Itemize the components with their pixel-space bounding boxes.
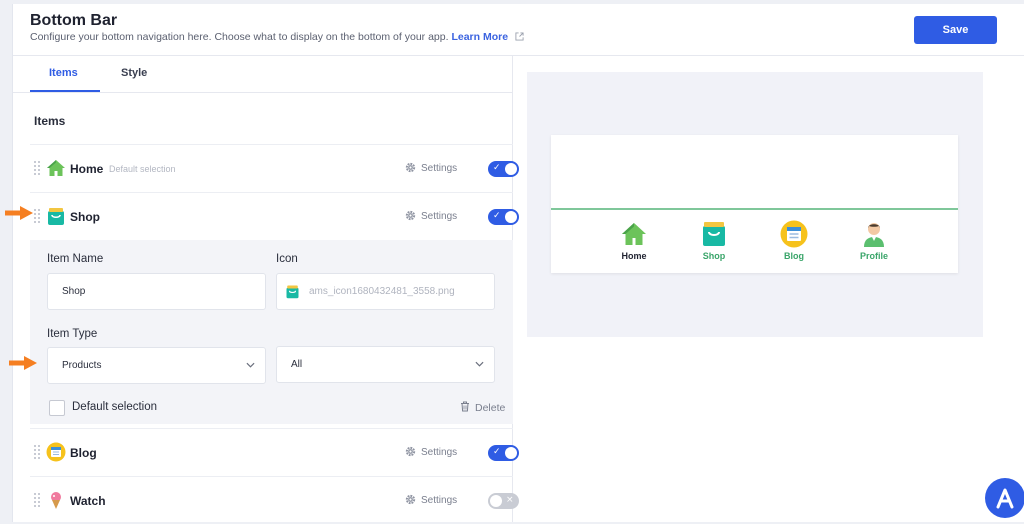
bottom-bar-divider [551,208,958,210]
home-icon [622,223,646,245]
settings-button[interactable]: Settings [405,210,457,222]
items-section-title: Items [34,114,66,128]
highlight-arrow-icon [9,356,37,370]
page-subtitle: Configure your bottom navigation here. C… [30,31,524,43]
icon-label: Icon [276,253,298,265]
settings-button[interactable]: Settings [405,446,457,458]
item-name-value: Shop [62,286,86,297]
list-item-home[interactable]: Home Default selection Settings ✓ [30,144,519,192]
gear-icon [405,162,416,173]
external-link-icon [515,32,524,41]
shopping-bag-icon [703,222,725,246]
icon-file-input[interactable]: ams_icon1680432481_3558.png [276,273,495,310]
nav-label: Blog [784,251,804,261]
list-item-watch[interactable]: Watch Settings × [30,476,519,524]
nav-label: Profile [859,251,888,261]
item-editor-panel: Item Name Icon Shop ams_icon1680432481_3… [30,240,513,424]
drag-handle-icon[interactable] [34,209,40,223]
item-label: Watch [70,494,106,508]
icon-file-name: ams_icon1680432481_3558.png [309,286,455,297]
gear-icon [405,210,416,221]
user-avatar-icon [864,223,884,247]
settings-button[interactable]: Settings [405,162,457,174]
enabled-toggle[interactable]: ✓ [488,445,519,461]
settings-label: Settings [421,447,458,458]
gear-icon [405,494,416,505]
enabled-toggle[interactable]: ✓ [488,209,519,225]
item-type-label: Item Type [47,328,98,340]
nav-label: Home [621,251,647,261]
tab-items[interactable]: Items [49,67,78,79]
settings-label: Settings [421,163,458,174]
preview-nav-shop[interactable]: Shop [684,220,744,265]
page-header: Bottom Bar Configure your bottom navigat… [13,4,1024,56]
trash-icon [461,401,469,412]
logo-icon [996,488,1014,509]
tab-style[interactable]: Style [121,67,147,79]
highlight-arrow-icon [5,206,33,220]
filter-value: All [291,359,303,370]
settings-button[interactable]: Settings [405,494,457,506]
delete-button[interactable]: Delete [460,401,505,414]
learn-more-link[interactable]: Learn More [451,31,508,43]
settings-label: Settings [421,495,458,506]
item-label: Home [70,162,104,176]
drag-handle-icon[interactable] [34,493,40,507]
active-tab-indicator [30,90,100,92]
enabled-toggle[interactable]: ✓ [488,161,519,177]
item-label: Blog [70,446,97,460]
filter-select[interactable]: All [276,346,495,383]
tab-bar: Items Style [13,56,513,93]
drag-handle-icon[interactable] [34,161,40,175]
item-name-label: Item Name [47,253,104,265]
blog-icon [46,442,66,462]
drag-handle-icon[interactable] [34,445,40,459]
delete-label: Delete [475,402,506,414]
default-selection-label: Default selection [72,401,158,413]
item-type-value: Products [62,360,102,371]
enabled-toggle[interactable]: × [488,493,519,509]
item-type-select[interactable]: Products [47,347,266,384]
settings-label: Settings [421,211,458,222]
list-item-shop[interactable]: Shop Settings ✓ [30,192,519,240]
default-selection-note: Default selection [109,164,176,174]
home-icon [47,160,65,176]
item-label: Shop [70,210,100,224]
nav-label: Shop [702,251,726,261]
ice-cream-icon [51,492,61,509]
preview-nav-profile[interactable]: Profile [844,220,904,265]
list-item-blog[interactable]: Blog Settings ✓ [30,428,519,476]
default-selection-checkbox[interactable] [49,400,65,416]
preview-nav-home[interactable]: Home [604,220,664,265]
chevron-down-icon [475,361,484,367]
page-title: Bottom Bar [30,12,118,29]
blog-icon [780,220,808,248]
subtitle-text: Configure your bottom navigation here. C… [30,31,449,43]
preview-nav-blog[interactable]: Blog [764,220,824,265]
bottom-bar-preview: Home Shop Blog Profile [551,135,958,273]
shopping-bag-icon [286,285,299,299]
save-button[interactable]: Save [914,16,997,44]
item-name-input[interactable]: Shop [47,273,266,310]
chevron-down-icon [246,362,255,368]
app-launcher-button[interactable] [985,478,1024,518]
bottom-bar-settings-page: Bottom Bar Configure your bottom navigat… [12,4,1024,522]
items-panel: Items Style Items Home Default selection… [13,56,519,524]
gear-icon [405,446,416,457]
shopping-bag-icon [48,208,64,225]
